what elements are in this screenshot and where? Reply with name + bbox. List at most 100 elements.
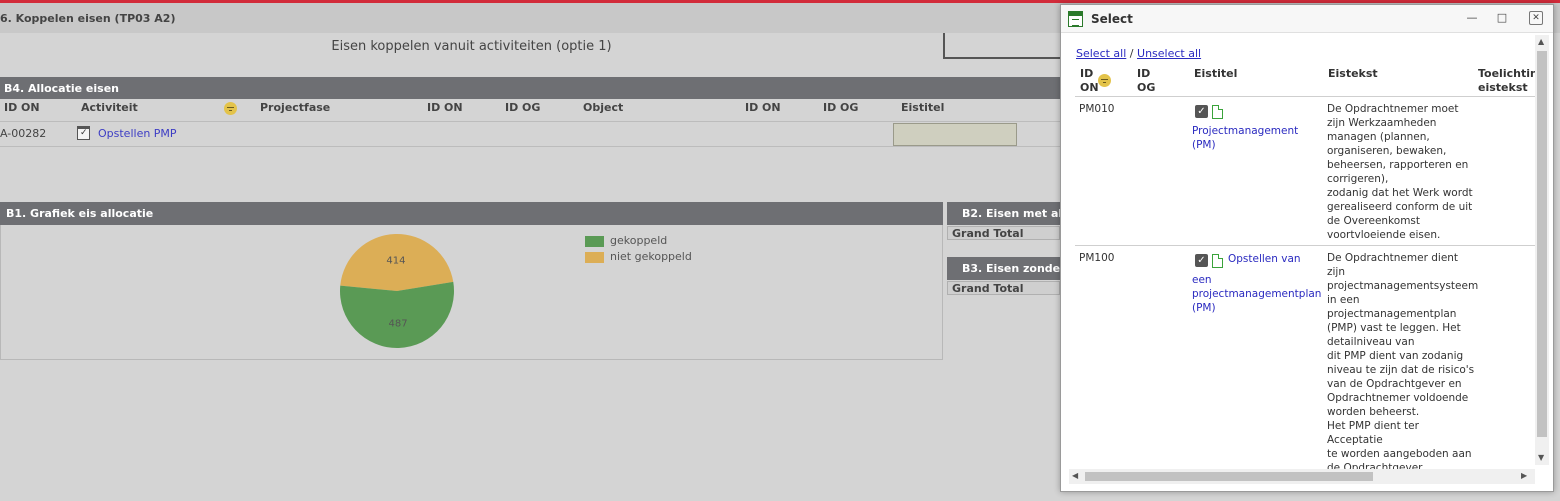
row-checkbox[interactable]: ✓: [1195, 105, 1208, 118]
legend-swatch: [585, 236, 604, 247]
document-icon: [1212, 254, 1223, 268]
horizontal-scrollbar[interactable]: ◀ ▶: [1069, 469, 1535, 484]
row-text-line: De Opdrachtnemer dient: [1327, 252, 1459, 264]
pie-data-label: 487: [388, 318, 407, 329]
row-title-line: Projectmanagement: [1192, 125, 1299, 137]
select-all-link[interactable]: Select all: [1076, 47, 1126, 60]
row-title-link[interactable]: een projectmanagementplan (PM): [1192, 273, 1321, 315]
row-title-line: projectmanagementplan: [1192, 288, 1322, 300]
select-dialog: Select — □ ✕ Select all / Unselect all I…: [1060, 4, 1554, 492]
b4-title: B4. Allocatie eisen: [4, 82, 119, 95]
b1-title: B1. Grafiek eis allocatie: [6, 207, 154, 220]
row-text-line: zijn Werkzaamheden: [1327, 117, 1437, 129]
col-id-og-header[interactable]: ID OG: [1137, 67, 1155, 95]
col-eistekst-header[interactable]: Eistekst: [1328, 67, 1378, 81]
row-text-line: zijn: [1327, 266, 1346, 278]
col-eistitel-header[interactable]: Eistitel: [1194, 67, 1237, 81]
calendar-check-icon: [77, 126, 90, 140]
tab-eisen-koppelen[interactable]: Eisen koppelen vanuit activiteiten (opti…: [0, 33, 945, 59]
b3-panel-header: B3. Eisen zonder a: [947, 257, 1060, 280]
scroll-left-icon[interactable]: ◀: [1072, 471, 1078, 480]
col-id-og-line2: OG: [1137, 81, 1156, 94]
document-icon: [1212, 105, 1223, 119]
pie-data-label: 414: [386, 256, 405, 267]
col-id-on-2[interactable]: ID ON: [427, 101, 463, 121]
scroll-thumb[interactable]: [1085, 472, 1373, 481]
row-text-line: niveau te zijn dat de risico's: [1327, 364, 1475, 376]
col-id-og-line1: ID: [1137, 67, 1151, 80]
row-divider: [0, 146, 1060, 147]
legend-label[interactable]: gekoppeld: [610, 234, 667, 247]
eistitel-input[interactable]: [893, 123, 1017, 146]
col-id-on-line1: ID: [1080, 67, 1094, 80]
row-title-line: een: [1192, 274, 1212, 286]
row-title-link[interactable]: Opstellen van: [1228, 252, 1301, 266]
row-text-line: projectmanagementsysteem: [1327, 280, 1479, 292]
minimize-icon[interactable]: —: [1465, 11, 1479, 25]
scroll-thumb[interactable]: [1537, 51, 1547, 437]
link-separator: /: [1129, 47, 1134, 60]
row-text-line: te worden aangeboden aan: [1327, 448, 1472, 460]
dialog-titlebar[interactable]: Select — □ ✕: [1061, 5, 1553, 33]
maximize-icon[interactable]: □: [1495, 11, 1509, 25]
row-text-line: managen (plannen,: [1327, 131, 1430, 143]
row-text-line: De Opdrachtnemer moet: [1327, 103, 1459, 115]
col-id-og[interactable]: ID OG: [505, 101, 540, 121]
col-id-on-3[interactable]: ID ON: [745, 101, 781, 121]
scroll-right-icon[interactable]: ▶: [1521, 471, 1527, 480]
filter-icon[interactable]: [1098, 74, 1111, 87]
col-toelichting-header[interactable]: Toelichting eistekst: [1478, 67, 1536, 95]
b4-panel-header: B4. Allocatie eisen: [0, 77, 1060, 99]
b2-total-label: Grand Total: [952, 227, 1024, 240]
row-checkbox[interactable]: ✓: [1195, 254, 1208, 267]
b3-grand-total: Grand Total: [947, 281, 1060, 295]
legend-label[interactable]: niet gekoppeld: [610, 250, 692, 263]
col-id-on-header[interactable]: ID ON: [1080, 67, 1099, 95]
close-icon[interactable]: ✕: [1529, 11, 1543, 25]
row-id: PM100: [1079, 252, 1115, 264]
b2-grand-total: Grand Total: [947, 226, 1060, 240]
row-text-line: Opdrachtnemer voldoende: [1327, 392, 1469, 404]
col-id-og-2[interactable]: ID OG: [823, 101, 858, 121]
row-title-link[interactable]: Projectmanagement (PM): [1192, 124, 1298, 152]
col-activiteit[interactable]: Activiteit: [81, 101, 138, 121]
tab-divider: [945, 57, 1075, 59]
row-text-line: dit PMP dient van zodanig: [1327, 350, 1464, 362]
row-text-line: corrigeren),: [1327, 173, 1389, 185]
pie-slice-gekoppeld[interactable]: [340, 281, 454, 348]
row-text: De Opdrachtnemer dient zijn projectmanag…: [1327, 251, 1479, 475]
col-projectfase[interactable]: Projectfase: [260, 101, 330, 121]
col-toel-line1: Toelichting: [1478, 67, 1536, 80]
b1-panel-header: B1. Grafiek eis allocatie: [0, 202, 943, 225]
scroll-down-icon[interactable]: ▼: [1538, 453, 1544, 462]
row-id: PM010: [1079, 103, 1115, 115]
list-icon: [1068, 11, 1083, 27]
row-text-line: organiseren, bewaken,: [1327, 145, 1447, 157]
b3-title: B3. Eisen zonder a: [962, 262, 1060, 275]
row-text-line: van de Opdrachtgever en: [1327, 378, 1462, 390]
b2-panel-header: B2. Eisen met allo: [947, 202, 1060, 225]
row-text-line: beheersen, rapporteren en: [1327, 159, 1469, 171]
row-divider: [1075, 245, 1535, 246]
legend-swatch: [585, 252, 604, 263]
row-text-line: Het PMP dient ter Acceptatie: [1327, 420, 1419, 446]
scroll-up-icon[interactable]: ▲: [1538, 37, 1544, 46]
unselect-all-link[interactable]: Unselect all: [1137, 47, 1201, 60]
col-eistitel[interactable]: Eistitel: [901, 101, 944, 121]
col-id-on[interactable]: ID ON: [4, 101, 40, 121]
b3-total-label: Grand Total: [952, 282, 1024, 295]
page-title: 6. Koppelen eisen (TP03 A2): [0, 12, 176, 25]
row-text-line: worden beheerst.: [1327, 406, 1420, 418]
col-id-on-line2: ON: [1080, 81, 1099, 94]
col-object[interactable]: Object: [583, 101, 623, 121]
vertical-scrollbar[interactable]: ▲ ▼: [1535, 35, 1549, 465]
row-text-line: gerealiseerd conform de uit: [1327, 201, 1473, 213]
filter-icon[interactable]: [224, 102, 237, 115]
row-text-line: in een: [1327, 294, 1360, 306]
row-divider: [0, 121, 1060, 122]
col-toel-line2: eistekst: [1478, 81, 1528, 94]
row-text-line: detailniveau van: [1327, 336, 1415, 348]
pie-chart: 414 487: [340, 233, 454, 348]
row-text-line: zodanig dat het Werk wordt: [1327, 187, 1473, 199]
activity-link[interactable]: Opstellen PMP: [98, 127, 177, 140]
